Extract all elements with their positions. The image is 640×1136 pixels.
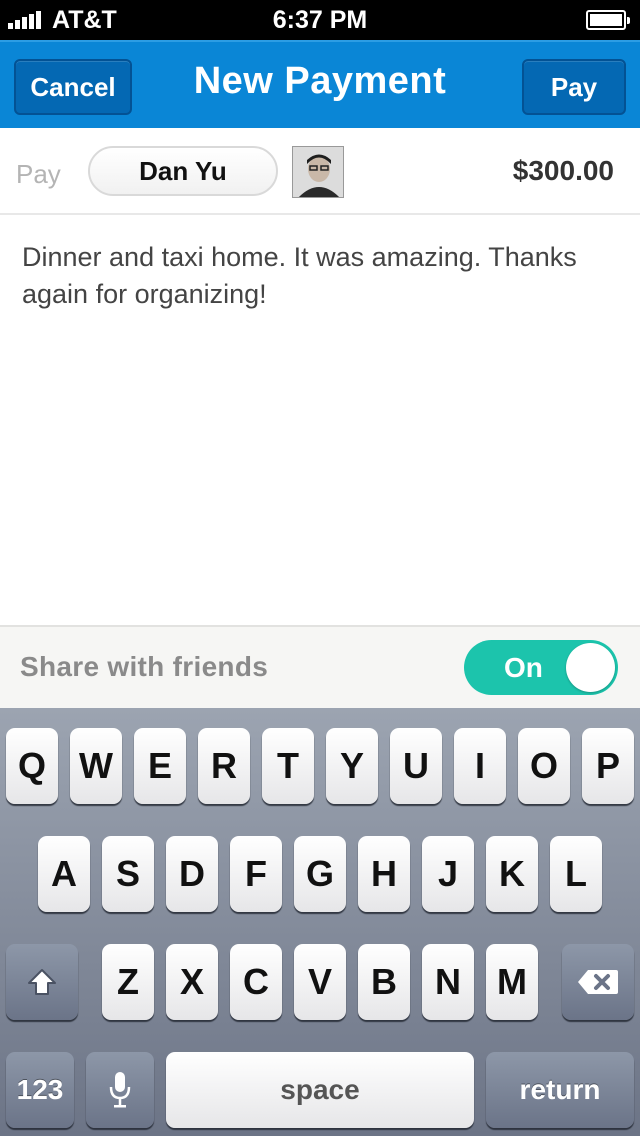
toggle-knob[interactable] — [566, 643, 615, 692]
key-a[interactable]: A — [38, 836, 90, 912]
clock: 6:37 PM — [272, 6, 368, 34]
key-m[interactable]: M — [486, 944, 538, 1020]
recipient-chip[interactable]: Dan Yu — [88, 146, 278, 196]
keyboard: Q W E R T Y U I O P A S D F G H J K L Z … — [0, 708, 640, 1136]
key-w[interactable]: W — [70, 728, 122, 804]
key-r[interactable]: R — [198, 728, 250, 804]
key-c[interactable]: C — [230, 944, 282, 1020]
key-d[interactable]: D — [166, 836, 218, 912]
toggle-state-label: On — [504, 652, 543, 683]
key-t[interactable]: T — [262, 728, 314, 804]
pay-button[interactable]: Pay — [522, 59, 626, 115]
key-g[interactable]: G — [294, 836, 346, 912]
share-toggle[interactable]: On — [464, 640, 618, 695]
battery-icon — [586, 10, 630, 30]
numbers-key[interactable]: 123 — [6, 1052, 74, 1128]
key-e[interactable]: E — [134, 728, 186, 804]
key-z[interactable]: Z — [102, 944, 154, 1020]
key-l[interactable]: L — [550, 836, 602, 912]
avatar — [292, 146, 344, 198]
shift-key[interactable] — [6, 944, 78, 1020]
key-f[interactable]: F — [230, 836, 282, 912]
note-text: Dinner and taxi home. It was amazing. Th… — [22, 242, 577, 309]
key-b[interactable]: B — [358, 944, 410, 1020]
navigation-bar: Cancel New Payment Pay — [0, 40, 640, 128]
return-key-label: return — [519, 1074, 601, 1105]
backspace-icon — [578, 970, 618, 994]
dictation-key[interactable] — [86, 1052, 154, 1128]
key-o[interactable]: O — [518, 728, 570, 804]
key-x[interactable]: X — [166, 944, 218, 1020]
recipient-row: Pay Dan Yu $300.00 — [0, 128, 640, 215]
pay-prefix-label: Pay — [16, 159, 61, 189]
numbers-key-label: 123 — [16, 1074, 64, 1105]
key-s[interactable]: S — [102, 836, 154, 912]
person-avatar-icon — [293, 147, 343, 197]
share-row: Share with friends On — [0, 625, 640, 708]
microphone-icon — [109, 1072, 131, 1108]
key-u[interactable]: U — [390, 728, 442, 804]
note-textarea[interactable]: Dinner and taxi home. It was amazing. Th… — [0, 215, 640, 625]
payment-amount[interactable]: $300.00 — [513, 155, 614, 187]
return-key[interactable]: return — [486, 1052, 634, 1128]
key-y[interactable]: Y — [326, 728, 378, 804]
space-key[interactable]: space — [166, 1052, 474, 1128]
key-i[interactable]: I — [454, 728, 506, 804]
key-h[interactable]: H — [358, 836, 410, 912]
shift-arrow-icon — [28, 969, 56, 995]
key-j[interactable]: J — [422, 836, 474, 912]
share-with-friends-label: Share with friends — [20, 651, 269, 682]
status-bar: AT&T 6:37 PM — [0, 0, 640, 40]
key-v[interactable]: V — [294, 944, 346, 1020]
key-p[interactable]: P — [582, 728, 634, 804]
key-n[interactable]: N — [422, 944, 474, 1020]
key-k[interactable]: K — [486, 836, 538, 912]
key-q[interactable]: Q — [6, 728, 58, 804]
delete-key[interactable] — [562, 944, 634, 1020]
